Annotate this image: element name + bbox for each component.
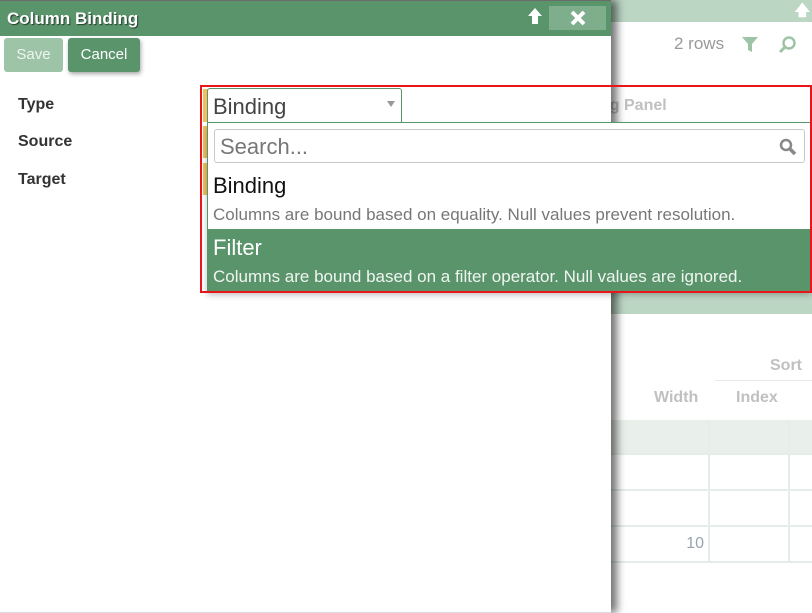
background-table: 10 — [610, 420, 812, 563]
row-count: 2 rows — [674, 34, 725, 53]
filter-icon[interactable] — [741, 35, 759, 53]
table-cell[interactable] — [790, 455, 812, 489]
search-icon[interactable] — [777, 35, 797, 55]
chevron-down-icon — [387, 101, 395, 107]
field-label-source: Source — [18, 133, 73, 150]
option-title: Filter — [213, 235, 262, 260]
table-cell[interactable] — [790, 491, 812, 525]
type-select[interactable]: Binding — [207, 88, 402, 123]
option-description: Columns are bound based on a filter oper… — [213, 267, 743, 286]
table-cell-index[interactable] — [710, 491, 790, 525]
option-description: Columns are bound based on equality. Nul… — [213, 205, 736, 224]
table-cell — [790, 420, 812, 453]
option-title: Binding — [213, 173, 287, 198]
table-cell-width[interactable] — [610, 455, 710, 489]
divider — [715, 380, 812, 381]
dropdown-search[interactable] — [214, 129, 805, 163]
column-header-index[interactable]: Index — [736, 389, 778, 407]
type-select-value: Binding — [213, 94, 287, 119]
dropdown-menu: Binding Columns are bound based on equal… — [207, 122, 811, 292]
table-cell-index[interactable] — [710, 527, 790, 561]
dropdown-search-input[interactable] — [220, 134, 770, 160]
dropdown-option-filter[interactable]: Filter Columns are bound based on a filt… — [208, 229, 811, 292]
table-row[interactable] — [610, 455, 812, 491]
up-arrow-icon[interactable]: 🡅 — [795, 0, 810, 25]
dropdown-option-binding[interactable]: Binding Columns are bound based on equal… — [208, 167, 811, 229]
dialog-header[interactable]: Column Binding — [0, 0, 611, 36]
table-cell-index[interactable] — [710, 455, 790, 489]
table-header-row — [610, 420, 812, 455]
field-label-type: Type — [18, 96, 55, 113]
table-cell-width[interactable] — [610, 491, 710, 525]
table-row[interactable] — [610, 491, 812, 527]
table-row[interactable]: 10 — [610, 527, 812, 563]
dialog-title: Column Binding — [7, 9, 139, 28]
column-header-width[interactable]: Width — [654, 389, 698, 407]
search-icon — [779, 138, 797, 156]
up-arrow-icon[interactable] — [526, 6, 544, 26]
save-button[interactable]: Save — [4, 38, 63, 72]
field-label-target: Target — [18, 171, 66, 188]
close-button[interactable] — [549, 6, 606, 30]
screen: 🡅 2 rows ng Panel Sort Width Index 10 Co… — [0, 0, 812, 613]
cancel-button[interactable]: Cancel — [68, 38, 140, 72]
close-icon — [570, 10, 585, 26]
type-dropdown: Binding Binding Columns are bound based … — [207, 88, 811, 292]
column-group-header-sort: Sort — [770, 357, 802, 374]
table-cell — [710, 420, 790, 453]
table-cell-width[interactable]: 10 — [610, 527, 710, 561]
table-cell[interactable] — [790, 527, 812, 561]
table-cell — [610, 420, 710, 453]
